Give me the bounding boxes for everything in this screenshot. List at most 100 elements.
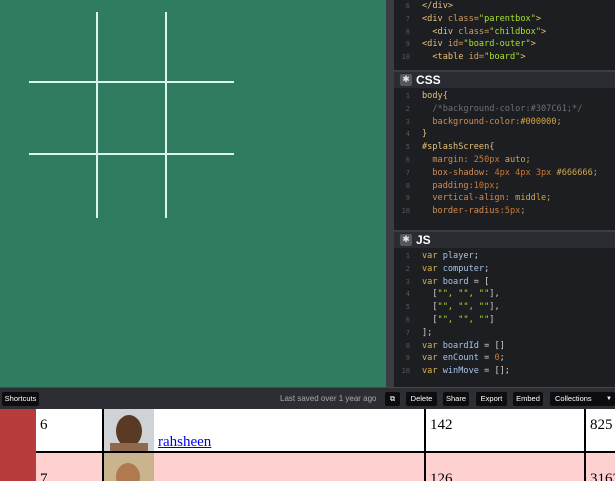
- username-link[interactable]: rahsheen: [158, 434, 211, 451]
- leaderboard-table: 6 rahsheen 142 825 7 126 3163: [0, 409, 615, 481]
- css-editor-pane[interactable]: ✱ CSS 1 body{2 /*background-color:#307C61…: [394, 70, 615, 230]
- line-number: 10: [401, 367, 410, 376]
- code-token: var: [422, 251, 443, 261]
- code-line[interactable]: 5 #splashScreen{: [394, 141, 615, 154]
- code-line[interactable]: 10 var winMove = [];: [394, 365, 615, 378]
- code-token: class=: [458, 26, 490, 37]
- code-line[interactable]: 10 border-radius:5px;: [394, 205, 615, 218]
- code-line[interactable]: 6 margin: 250px auto;: [394, 154, 615, 167]
- html-editor-pane[interactable]: 6 </div> 7 <div class="parentbox"> 8 <div cl…: [394, 0, 615, 68]
- code-token: id=: [447, 39, 464, 50]
- code-token: ;: [499, 353, 505, 364]
- open-external-icon[interactable]: ⧉: [385, 392, 400, 406]
- code-line[interactable]: 4 ["", "", ""],: [394, 288, 615, 301]
- code-token: margin:: [422, 154, 474, 165]
- code-token: var: [422, 263, 443, 274]
- js-editor-pane[interactable]: ✱ JS 1 var player; 2 var computer; 3 var boar…: [394, 230, 615, 387]
- code-line[interactable]: 2 var computer;: [394, 263, 615, 276]
- code-line[interactable]: 10 <table id="board">: [394, 51, 615, 64]
- code-token: boardId: [442, 340, 479, 351]
- last-saved-text: Last saved over 1 year ago: [280, 394, 377, 403]
- code-token: <div: [422, 26, 459, 37]
- code-token: player: [442, 251, 474, 261]
- code-line[interactable]: 2 /*background-color:#307C61;*/: [394, 103, 615, 116]
- code-line[interactable]: 9 var enCount = 0;: [394, 352, 615, 365]
- code-line[interactable]: 9 <div id="board-outer">: [394, 38, 615, 51]
- line-number: 6: [405, 315, 410, 324]
- code-token: background-color:: [422, 116, 521, 127]
- code-line[interactable]: 7 <div class="parentbox">: [394, 13, 615, 26]
- code-line[interactable]: 1 body{: [394, 90, 615, 103]
- code-token: >: [520, 52, 526, 63]
- line-number: 3: [405, 277, 410, 286]
- score-cell: 126: [430, 471, 453, 481]
- js-code[interactable]: 1 var player; 2 var computer; 3 var board = […: [394, 248, 615, 378]
- code-token: 4px 4px 3px: [494, 167, 552, 178]
- line-number: 8: [405, 181, 410, 190]
- line-number: 2: [405, 264, 410, 273]
- embed-button[interactable]: Embed: [513, 392, 543, 406]
- delete-button[interactable]: Delete: [406, 392, 437, 406]
- code-line[interactable]: 8 <div class="childbox">: [394, 26, 615, 39]
- code-token: board: [442, 276, 469, 287]
- line-number: 7: [405, 328, 410, 337]
- code-line[interactable]: 6 ["", "", ""]: [394, 314, 615, 327]
- shortcuts-button[interactable]: Shortcuts: [2, 392, 39, 406]
- line-number: 3: [405, 117, 410, 126]
- table-row: 6 rahsheen 142 825: [36, 409, 615, 451]
- share-button[interactable]: Share: [443, 392, 469, 406]
- grid-line-horizontal-2: [29, 153, 234, 155]
- code-token: =: [478, 353, 495, 364]
- gear-icon[interactable]: ✱: [400, 74, 412, 86]
- code-line[interactable]: 6 </div>: [394, 0, 615, 13]
- avatar: [104, 453, 154, 481]
- code-line[interactable]: 8 var boardId = []: [394, 340, 615, 353]
- code-line[interactable]: 8 padding:10px;: [394, 180, 615, 193]
- code-line[interactable]: 4}: [394, 128, 615, 141]
- line-number: 9: [405, 194, 410, 203]
- code-line[interactable]: 3 var board = [: [394, 276, 615, 289]
- code-token: auto;: [499, 154, 531, 165]
- code-token: ;: [520, 206, 526, 217]
- code-token: ],: [489, 302, 500, 313]
- code-token: winMove: [442, 366, 479, 377]
- code-token: enCount: [442, 353, 479, 364]
- code-line[interactable]: 3 background-color:#000000;: [394, 116, 615, 129]
- line-number: 4: [405, 130, 410, 139]
- table-row: 7 126 3163: [36, 453, 615, 481]
- css-code[interactable]: 1 body{2 /*background-color:#307C61;*/3 b…: [394, 88, 615, 218]
- line-number: 6: [405, 2, 410, 10]
- result-preview[interactable]: [0, 0, 386, 387]
- collections-button[interactable]: Collections ▼: [550, 392, 615, 406]
- code-token: ;: [484, 263, 490, 274]
- code-line[interactable]: 7];: [394, 327, 615, 340]
- row-marker: [0, 409, 36, 481]
- code-token: 250px: [473, 154, 500, 165]
- code-line[interactable]: 1 var player;: [394, 250, 615, 263]
- export-button[interactable]: Export: [476, 392, 507, 406]
- code-token: ]: [489, 314, 495, 325]
- code-token: = [];: [478, 366, 510, 377]
- code-line[interactable]: 9 vertical-align: middle;: [394, 192, 615, 205]
- code-token: var: [422, 366, 443, 377]
- js-pane-header: ✱ JS: [394, 230, 615, 248]
- html-code[interactable]: 6 </div> 7 <div class="parentbox"> 8 <div cl…: [394, 0, 615, 64]
- gear-icon[interactable]: ✱: [400, 234, 412, 246]
- code-token: <div: [422, 13, 448, 24]
- code-token: computer: [442, 263, 485, 274]
- code-token: = []: [478, 340, 505, 351]
- line-number: 10: [401, 53, 410, 62]
- code-token: }: [422, 129, 428, 140]
- code-token: 10px: [473, 180, 495, 191]
- line-number: 7: [405, 168, 410, 177]
- code-line[interactable]: 7 box-shadow: 4px 4px 3px #666666;: [394, 167, 615, 180]
- code-token: ];: [422, 327, 433, 338]
- grid-line-vertical-1: [96, 12, 98, 218]
- code-token: padding:: [422, 180, 474, 191]
- code-token: var: [422, 276, 443, 287]
- code-line[interactable]: 5 ["", "", ""],: [394, 301, 615, 314]
- line-number: 4: [405, 290, 410, 299]
- code-token: var: [422, 340, 443, 351]
- pane-resizer[interactable]: [386, 0, 394, 387]
- code-token: #666666;: [551, 167, 598, 178]
